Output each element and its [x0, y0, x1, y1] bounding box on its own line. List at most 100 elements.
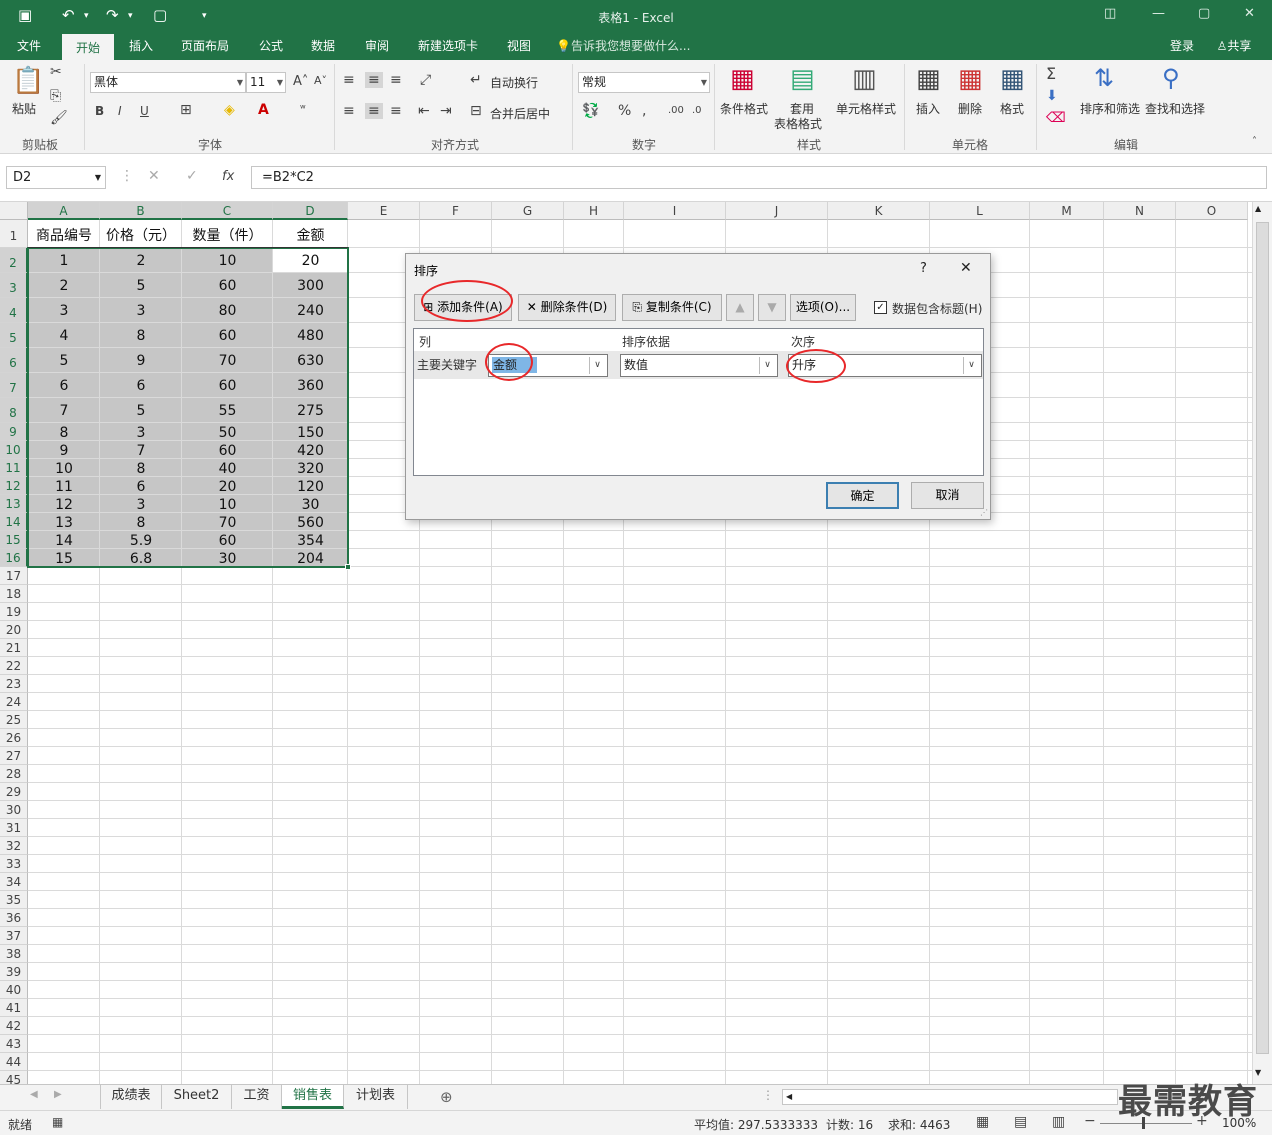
tab-formulas[interactable]: 公式 — [250, 34, 292, 60]
table-format-label-2[interactable]: 表格格式 — [774, 115, 822, 132]
select-all-corner[interactable] — [0, 202, 28, 220]
wrap-text-icon[interactable]: ↵ — [470, 72, 482, 88]
row-header[interactable]: 17 — [0, 567, 28, 585]
row-header[interactable]: 3 — [0, 273, 28, 298]
row-header[interactable]: 5 — [0, 323, 28, 348]
delete-level-button[interactable]: ✕ 删除条件(D) — [518, 294, 616, 321]
number-format-combo[interactable]: 常规 ▼ — [578, 72, 710, 93]
sheet-tab-active[interactable]: 销售表 — [282, 1085, 344, 1109]
row-header[interactable]: 21 — [0, 639, 28, 657]
sort-filter-button[interactable]: 排序和筛选 — [1080, 100, 1140, 117]
row-header[interactable]: 19 — [0, 603, 28, 621]
cancel-entry-icon[interactable]: ✕ — [148, 168, 160, 184]
header-cell[interactable]: 价格（元） — [100, 220, 182, 248]
conditional-format-icon[interactable]: ▦ — [730, 64, 755, 94]
share-button[interactable]: ♙共享 — [1208, 34, 1260, 60]
phonetic-icon[interactable]: ʷ — [300, 102, 306, 115]
row-header[interactable]: 45 — [0, 1071, 28, 1084]
autosum-icon[interactable]: Σ — [1046, 64, 1056, 83]
tab-split-icon[interactable]: ⋮ — [762, 1088, 774, 1102]
row-header[interactable]: 34 — [0, 873, 28, 891]
column-header-i[interactable]: I — [624, 202, 726, 220]
fill-color-icon[interactable]: ◈ — [224, 102, 235, 118]
header-cell[interactable]: 商品编号 — [28, 220, 100, 248]
column-header-b[interactable]: B — [100, 202, 182, 220]
row-header[interactable]: 42 — [0, 1017, 28, 1035]
macro-record-icon[interactable]: ▦ — [52, 1115, 63, 1129]
cancel-button[interactable]: 取消 — [911, 482, 984, 509]
delete-cells-button[interactable]: 删除 — [958, 100, 982, 117]
close-window-icon[interactable]: ✕ — [1244, 6, 1255, 21]
sort-filter-icon[interactable]: ⇅ — [1094, 64, 1114, 92]
options-button[interactable]: 选项(O)... — [790, 294, 856, 321]
tab-view[interactable]: 视图 — [498, 34, 540, 60]
has-headers-label[interactable]: 数据包含标题(H) — [892, 300, 982, 317]
tab-file[interactable]: 文件 — [8, 34, 50, 60]
column-header-o[interactable]: O — [1176, 202, 1248, 220]
row-header[interactable]: 15 — [0, 531, 28, 549]
orientation-icon[interactable]: ⤢ — [420, 72, 431, 88]
sheet-tab[interactable]: 成绩表 — [100, 1085, 162, 1109]
border-icon[interactable]: ⊞ — [180, 102, 192, 118]
tell-me-box[interactable]: 💡告诉我您想要做什么... — [556, 34, 706, 60]
minimize-icon[interactable]: — — [1152, 6, 1165, 21]
maximize-icon[interactable]: ▢ — [1198, 6, 1210, 21]
column-header-h[interactable]: H — [564, 202, 624, 220]
row-header[interactable]: 16 — [0, 549, 28, 567]
login-link[interactable]: 登录 — [1162, 34, 1202, 60]
confirm-entry-icon[interactable]: ✓ — [186, 168, 198, 184]
ok-button[interactable]: 确定 — [826, 482, 899, 509]
sheet-tab[interactable]: 工资 — [232, 1085, 282, 1109]
sheet-tab[interactable]: 计划表 — [344, 1085, 408, 1109]
copy-icon[interactable]: ⎘ — [50, 88, 61, 104]
row-header[interactable]: 44 — [0, 1053, 28, 1071]
insert-function-icon[interactable]: fx — [222, 169, 234, 184]
find-select-icon[interactable]: ⚲ — [1162, 64, 1180, 92]
row-header[interactable]: 1 — [0, 220, 28, 248]
page-break-view-icon[interactable]: ▥ — [1052, 1114, 1065, 1130]
close-icon[interactable]: ✕ — [960, 260, 972, 276]
italic-icon[interactable]: I — [118, 104, 122, 118]
insert-cells-icon[interactable]: ▦ — [916, 64, 941, 94]
table-format-icon[interactable]: ▤ — [790, 64, 815, 94]
row-header[interactable]: 22 — [0, 657, 28, 675]
move-down-button[interactable]: ▼ — [758, 294, 786, 321]
prev-sheet-icon[interactable]: ◀ — [30, 1089, 38, 1100]
row-header[interactable]: 38 — [0, 945, 28, 963]
row-header[interactable]: 31 — [0, 819, 28, 837]
decrease-decimal-icon[interactable]: .0 — [692, 105, 702, 116]
zoom-slider[interactable] — [1100, 1123, 1192, 1124]
row-header[interactable]: 11 — [0, 459, 28, 477]
merge-center-icon[interactable]: ⊟ — [470, 103, 482, 119]
row-header[interactable]: 20 — [0, 621, 28, 639]
column-header-e[interactable]: E — [348, 202, 420, 220]
row-header[interactable]: 37 — [0, 927, 28, 945]
row-header[interactable]: 4 — [0, 298, 28, 323]
row-header[interactable]: 7 — [0, 373, 28, 398]
normal-view-icon[interactable]: ▦ — [976, 1114, 989, 1130]
row-header[interactable]: 27 — [0, 747, 28, 765]
row-header[interactable]: 6 — [0, 348, 28, 373]
row-header[interactable]: 12 — [0, 477, 28, 495]
row-header[interactable]: 28 — [0, 765, 28, 783]
insert-cells-button[interactable]: 插入 — [916, 100, 940, 117]
increase-decimal-icon[interactable]: .00 — [668, 105, 684, 116]
row-header[interactable]: 30 — [0, 801, 28, 819]
row-header[interactable]: 39 — [0, 963, 28, 981]
row-header[interactable]: 8 — [0, 398, 28, 423]
row-header[interactable]: 41 — [0, 999, 28, 1017]
conditional-format-button[interactable]: 条件格式 — [720, 100, 768, 117]
zoom-out-icon[interactable]: − — [1084, 1113, 1096, 1129]
row-header[interactable]: 9 — [0, 423, 28, 441]
underline-icon[interactable]: U — [140, 104, 149, 118]
align-center-icon[interactable]: ≡ — [365, 103, 383, 119]
column-header-a[interactable]: A — [28, 202, 100, 220]
page-layout-view-icon[interactable]: ▤ — [1014, 1114, 1027, 1130]
column-header-n[interactable]: N — [1104, 202, 1176, 220]
column-header-k[interactable]: K — [828, 202, 930, 220]
row-header[interactable]: 40 — [0, 981, 28, 999]
fill-icon[interactable]: ⬇ — [1046, 88, 1058, 104]
decrease-font-icon[interactable]: A˅ — [314, 74, 327, 87]
accounting-format-icon[interactable]: 💱 — [582, 103, 599, 119]
cut-icon[interactable]: ✂ — [50, 64, 62, 80]
